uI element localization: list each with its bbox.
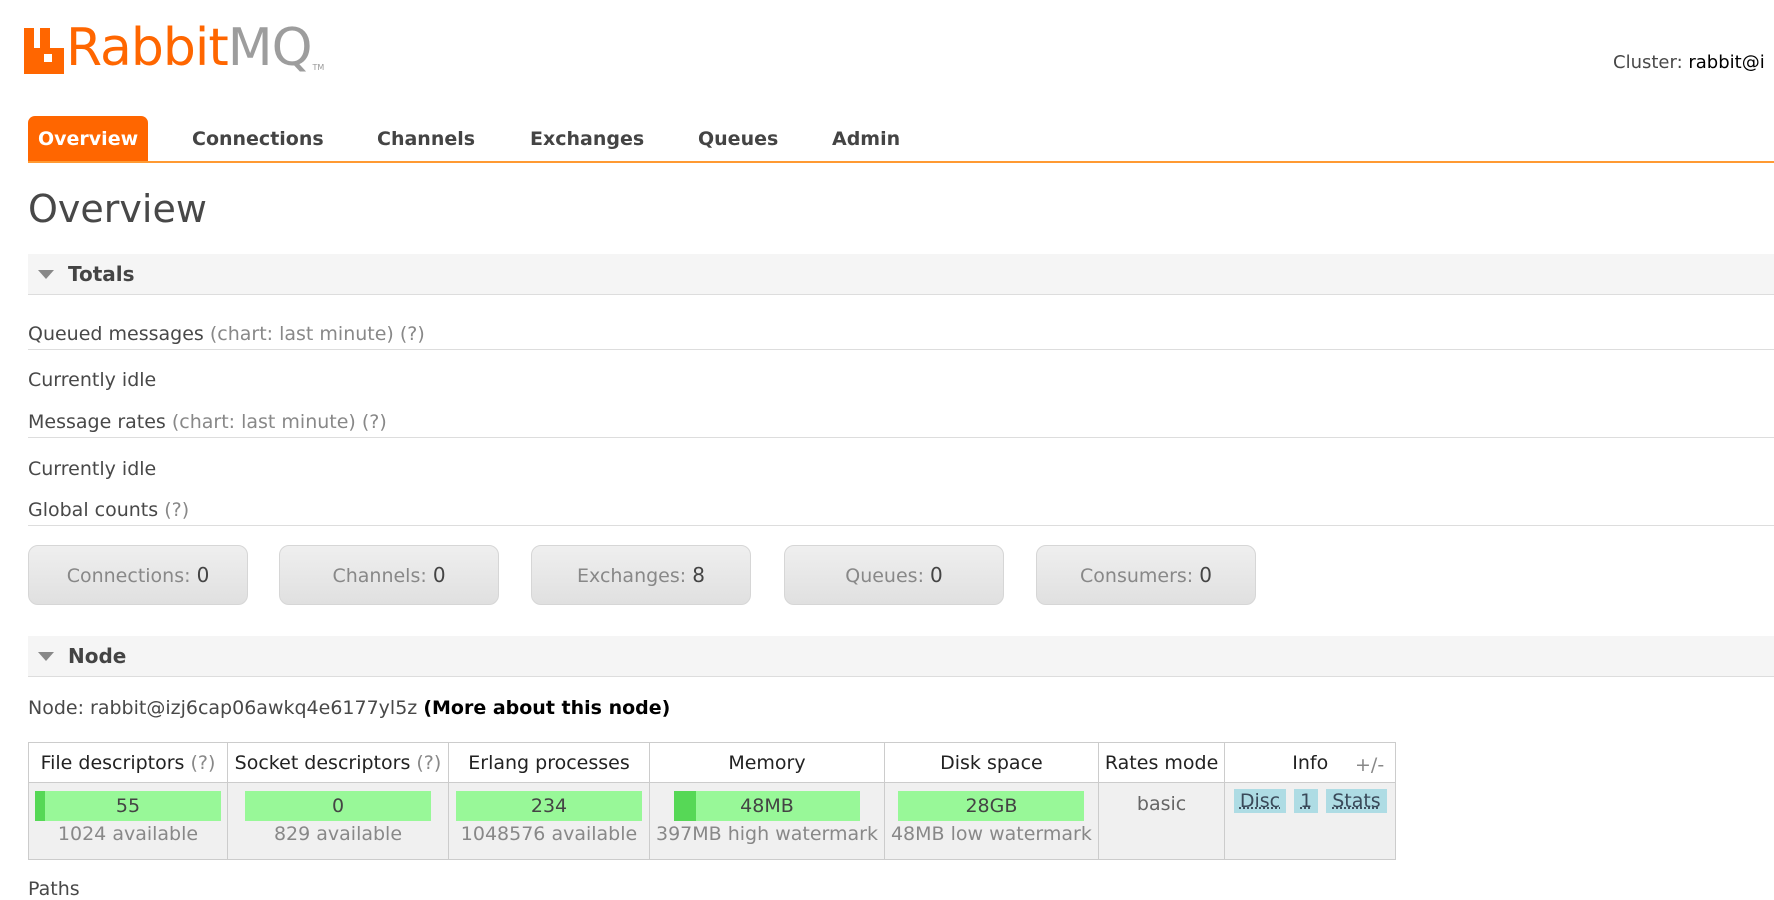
tab-exchanges[interactable]: Exchanges bbox=[530, 116, 644, 161]
tab-overview[interactable]: Overview bbox=[28, 116, 149, 161]
queued-messages-help[interactable]: (?) bbox=[400, 323, 425, 345]
more-about-node-link[interactable]: (More about this node) bbox=[423, 697, 670, 719]
socket-descriptors-cell: 0 829 available bbox=[227, 782, 449, 860]
disk-space-bar: 28GB bbox=[898, 791, 1085, 821]
socket-descriptors-help[interactable]: (?) bbox=[416, 752, 441, 774]
info-cell: Disc 1 Stats bbox=[1224, 782, 1397, 860]
connections-count-button[interactable]: Connections: 0 bbox=[28, 545, 248, 605]
node-heading: Node bbox=[68, 644, 127, 668]
global-counts-help[interactable]: (?) bbox=[164, 499, 189, 521]
disk-space-watermark: 48MB low watermark bbox=[890, 823, 1092, 845]
tab-admin[interactable]: Admin bbox=[832, 116, 900, 161]
cluster-info: Cluster: rabbit@i bbox=[1613, 52, 1765, 73]
message-rates-header: Message rates (chart: last minute) (?) bbox=[28, 411, 1774, 438]
node-prefix: Node: bbox=[28, 697, 84, 719]
col-file-descriptors: File descriptors (?) bbox=[28, 742, 228, 783]
logo-text: RabbitMQ bbox=[66, 18, 313, 78]
totals-section-toggle[interactable]: Totals bbox=[28, 254, 1774, 295]
col-rates-mode: Rates mode bbox=[1097, 742, 1226, 783]
consumers-count-button[interactable]: Consumers: 0 bbox=[1036, 545, 1256, 605]
file-descriptors-help[interactable]: (?) bbox=[191, 752, 216, 774]
memory-cell: 48MB 397MB high watermark bbox=[649, 782, 885, 860]
erlang-processes-available: 1048576 available bbox=[460, 823, 638, 845]
info-badge-stats[interactable]: Stats bbox=[1326, 789, 1387, 813]
exchanges-count-button[interactable]: Exchanges: 8 bbox=[531, 545, 751, 605]
totals-heading: Totals bbox=[68, 262, 135, 286]
cluster-label: Cluster: bbox=[1613, 52, 1683, 73]
page-title: Overview bbox=[28, 187, 207, 231]
rates-mode-value: basic bbox=[1136, 793, 1187, 815]
memory-bar: 48MB bbox=[673, 791, 860, 821]
node-line: Node: rabbit@izj6cap06awkq4e6177yl5z (Mo… bbox=[28, 697, 670, 719]
info-badge-disc[interactable]: Disc bbox=[1233, 789, 1287, 813]
message-rates-help[interactable]: (?) bbox=[362, 411, 387, 433]
main-nav: Overview Connections Channels Exchanges … bbox=[28, 116, 1774, 163]
memory-watermark: 397MB high watermark bbox=[656, 823, 878, 845]
collapse-triangle-icon bbox=[38, 652, 54, 661]
message-rates-label: Message rates bbox=[28, 411, 166, 433]
table-row: 55 1024 available 0 829 available 234 10… bbox=[28, 782, 1397, 860]
node-name: rabbit@izj6cap06awkq4e6177yl5z bbox=[90, 697, 418, 719]
socket-descriptors-available: 829 available bbox=[273, 823, 403, 845]
info-badge-count[interactable]: 1 bbox=[1294, 789, 1319, 813]
tab-connections[interactable]: Connections bbox=[192, 116, 324, 161]
queued-messages-header: Queued messages (chart: last minute) (?) bbox=[28, 323, 1774, 350]
col-disk-space: Disk space bbox=[883, 742, 1099, 783]
erlang-processes-cell: 234 1048576 available bbox=[448, 782, 650, 860]
file-descriptors-available: 1024 available bbox=[57, 823, 199, 845]
file-descriptors-bar: 55 bbox=[35, 791, 221, 821]
queued-messages-label: Queued messages bbox=[28, 323, 204, 345]
queued-messages-chart-link[interactable]: (chart: last minute) bbox=[210, 323, 394, 345]
queued-messages-status: Currently idle bbox=[28, 369, 157, 391]
toggle-columns-button[interactable]: +/- bbox=[1355, 754, 1384, 776]
paths-heading: Paths bbox=[28, 878, 80, 900]
global-counts-header: Global counts (?) bbox=[28, 499, 1774, 526]
disk-space-cell: 28GB 48MB low watermark bbox=[883, 782, 1099, 860]
global-counts-label: Global counts bbox=[28, 499, 159, 521]
node-section-toggle[interactable]: Node bbox=[28, 636, 1774, 677]
erlang-processes-bar: 234 bbox=[456, 791, 642, 821]
file-descriptors-cell: 55 1024 available bbox=[28, 782, 228, 860]
node-stats-table: File descriptors (?) Socket descriptors … bbox=[28, 742, 1397, 860]
col-memory: Memory bbox=[649, 742, 885, 783]
channels-count-button[interactable]: Channels: 0 bbox=[279, 545, 499, 605]
cluster-value: rabbit@i bbox=[1688, 52, 1765, 73]
col-erlang-processes: Erlang processes bbox=[448, 742, 650, 783]
col-socket-descriptors: Socket descriptors (?) bbox=[227, 742, 449, 783]
collapse-triangle-icon bbox=[38, 270, 54, 279]
tab-queues[interactable]: Queues bbox=[698, 116, 778, 161]
socket-descriptors-bar: 0 bbox=[245, 791, 431, 821]
tab-channels[interactable]: Channels bbox=[377, 116, 475, 161]
message-rates-status: Currently idle bbox=[28, 458, 157, 480]
message-rates-chart-link[interactable]: (chart: last minute) bbox=[172, 411, 356, 433]
rabbitmq-logo: RabbitMQ TM bbox=[24, 22, 324, 74]
queues-count-button[interactable]: Queues: 0 bbox=[784, 545, 1004, 605]
logo-trademark: TM bbox=[312, 63, 325, 72]
rabbitmq-logo-icon bbox=[24, 28, 66, 74]
rates-mode-cell: basic bbox=[1097, 782, 1226, 860]
